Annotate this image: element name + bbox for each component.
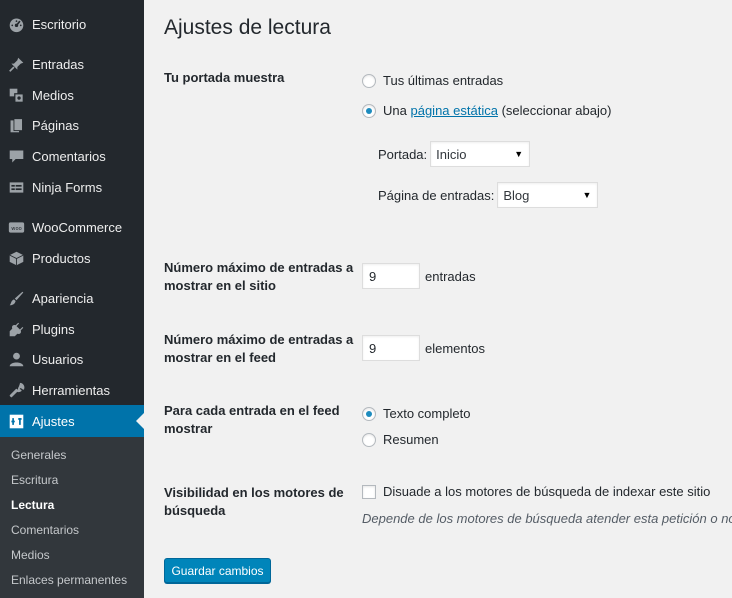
sidebar-item-label: Comentarios [32, 148, 106, 164]
static-page-radio[interactable] [362, 103, 376, 118]
sidebar-item-herramientas[interactable]: Herramientas [0, 374, 144, 406]
svg-text:woo: woo [11, 226, 21, 232]
posts-per-feed-row: 9 elementos [362, 335, 485, 361]
sidebar-item-usuarios[interactable]: Usuarios [0, 343, 144, 375]
pages-icon [0, 117, 32, 134]
feed-content-label: Para cada entrada en el feed mostrar [164, 403, 340, 436]
sidebar-item-escritorio[interactable]: Escritorio [0, 8, 144, 40]
entries-page-select[interactable]: Blog ▼ [497, 182, 599, 208]
sidebar-item-label: Páginas [32, 117, 79, 133]
pin-icon [0, 56, 32, 73]
sidebar-item-label: Usuarios [32, 351, 84, 367]
static-page-link[interactable]: página estática [410, 103, 497, 118]
page-title: Ajustes de lectura [164, 16, 331, 39]
chevron-down-icon: ▼ [514, 149, 524, 159]
discourage-search-option[interactable]: Disuade a los motores de búsqueda de ind… [362, 484, 710, 499]
sidebar-item-label: Medios [32, 87, 74, 103]
sidebar-item-label: Herramientas [32, 382, 111, 398]
sidebar-item-paginas[interactable]: Páginas [0, 109, 144, 141]
sidebar-item-label: Entradas [32, 56, 85, 72]
portada-row: Portada: Inicio ▼ [378, 141, 531, 167]
settings-submenu: Generales Escritura Lectura Comentarios … [0, 437, 144, 598]
static-page-label: Una página estática (seleccionar abajo) [383, 103, 611, 118]
sidebar-item-plugins[interactable]: Plugins [0, 313, 144, 345]
sidebar-item-label: Apariencia [32, 290, 94, 306]
feed-summary-option[interactable]: Resumen [362, 432, 439, 447]
search-visibility-hint: Depende de los motores de búsqueda atend… [362, 511, 732, 526]
posts-per-page-input[interactable]: 9 [362, 263, 420, 289]
full-text-radio[interactable] [362, 406, 376, 421]
sidebar-item-label: WooCommerce [32, 219, 123, 235]
plugin-icon [0, 321, 32, 338]
sidebar-item-entradas[interactable]: Entradas [0, 48, 144, 80]
settings-icon [0, 413, 32, 430]
user-icon [0, 351, 32, 368]
posts-per-feed-label: Número máximo de entradas a mostrar en e… [164, 332, 354, 365]
front-page-static-option[interactable]: Una página estática (seleccionar abajo) [362, 103, 611, 118]
feed-full-option[interactable]: Texto completo [362, 406, 470, 421]
portada-value: Inicio [436, 146, 467, 162]
posts-per-feed-input[interactable]: 9 [362, 335, 420, 361]
posts-per-page-label: Número máximo de entradas a mostrar en e… [164, 260, 354, 293]
discourage-search-label: Disuade a los motores de búsqueda de ind… [383, 484, 711, 499]
submenu-item-enlaces-permanentes[interactable]: Enlaces permanentes [11, 573, 127, 587]
dashboard-icon [0, 16, 32, 33]
entries-page-row: Página de entradas: Blog ▼ [378, 182, 599, 208]
posts-per-page-unit: entradas [425, 268, 476, 284]
entries-page-value: Blog [503, 187, 530, 203]
entries-page-label: Página de entradas: [378, 187, 495, 203]
summary-radio[interactable] [362, 432, 376, 447]
sidebar-item-ajustes[interactable]: Ajustes [0, 405, 144, 437]
media-icon [0, 87, 32, 104]
sidebar-item-label: Plugins [32, 321, 75, 337]
box-icon [0, 250, 32, 267]
wrench-icon [0, 382, 32, 399]
settings-content: Ajustes de lectura Tu portada muestra Tu… [144, 0, 732, 598]
static-page-suffix: (seleccionar abajo) [501, 103, 612, 118]
summary-label: Resumen [383, 432, 439, 447]
posts-per-page-row: 9 entradas [362, 263, 476, 289]
woo-icon: woo [0, 219, 32, 236]
search-visibility-label: Visibilidad en los motores de búsqueda [164, 485, 344, 518]
static-page-prefix: Una [383, 103, 407, 118]
sidebar-item-label: Ninja Forms [32, 179, 103, 195]
submenu-item-escritura[interactable]: Escritura [11, 473, 58, 487]
forms-icon [0, 179, 32, 196]
sidebar-item-ninja-forms[interactable]: Ninja Forms [0, 171, 144, 203]
brush-icon [0, 290, 32, 307]
sidebar-item-productos[interactable]: Productos [0, 242, 144, 274]
submenu-item-medios[interactable]: Medios [11, 548, 50, 562]
sidebar-item-medios[interactable]: Medios [0, 79, 144, 111]
front-page-latest-option[interactable]: Tus últimas entradas [362, 73, 503, 88]
front-page-label: Tu portada muestra [164, 70, 285, 85]
comment-icon [0, 148, 32, 165]
sidebar-item-label: Productos [32, 250, 91, 266]
save-changes-button[interactable]: Guardar cambios [164, 558, 271, 583]
chevron-down-icon: ▼ [582, 190, 592, 200]
portada-label: Portada: [378, 146, 428, 162]
portada-select[interactable]: Inicio ▼ [430, 141, 531, 167]
latest-posts-radio[interactable] [362, 73, 376, 88]
sidebar-item-label: Ajustes [32, 413, 75, 429]
admin-sidebar: Escritorio Entradas Medios Páginas Comen… [0, 0, 144, 598]
sidebar-item-comentarios[interactable]: Comentarios [0, 140, 144, 172]
full-text-label: Texto completo [383, 406, 471, 421]
submenu-item-generales[interactable]: Generales [11, 448, 66, 462]
discourage-search-checkbox[interactable] [362, 484, 376, 499]
latest-posts-label: Tus últimas entradas [383, 73, 504, 88]
submenu-item-lectura[interactable]: Lectura [11, 498, 54, 512]
posts-per-feed-unit: elementos [425, 340, 485, 356]
sidebar-item-apariencia[interactable]: Apariencia [0, 282, 144, 314]
sidebar-item-label: Escritorio [32, 16, 87, 32]
submenu-item-comentarios[interactable]: Comentarios [11, 523, 79, 537]
sidebar-item-woocommerce[interactable]: woo WooCommerce [0, 211, 144, 243]
